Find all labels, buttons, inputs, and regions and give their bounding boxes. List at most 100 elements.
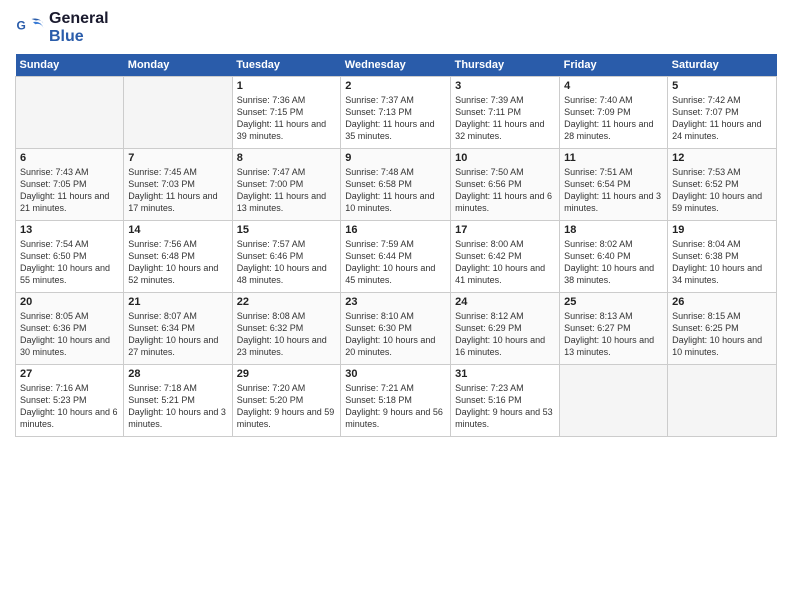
day-cell: 15 Sunrise: 7:57 AMSunset: 6:46 PMDaylig… [232, 221, 341, 293]
weekday-header-wednesday: Wednesday [341, 54, 451, 77]
day-cell [16, 77, 124, 149]
day-info: Sunrise: 7:39 AMSunset: 7:11 PMDaylight:… [455, 94, 555, 143]
day-info: Sunrise: 7:50 AMSunset: 6:56 PMDaylight:… [455, 166, 555, 215]
day-info: Sunrise: 8:04 AMSunset: 6:38 PMDaylight:… [672, 238, 772, 287]
day-number: 10 [455, 152, 555, 164]
day-info: Sunrise: 8:08 AMSunset: 6:32 PMDaylight:… [237, 310, 337, 359]
day-info: Sunrise: 7:53 AMSunset: 6:52 PMDaylight:… [672, 166, 772, 215]
day-cell: 7 Sunrise: 7:45 AMSunset: 7:03 PMDayligh… [124, 149, 232, 221]
day-cell: 5 Sunrise: 7:42 AMSunset: 7:07 PMDayligh… [668, 77, 777, 149]
day-info: Sunrise: 7:36 AMSunset: 7:15 PMDaylight:… [237, 94, 337, 143]
day-cell: 29 Sunrise: 7:20 AMSunset: 5:20 PMDaylig… [232, 365, 341, 437]
day-info: Sunrise: 7:47 AMSunset: 7:00 PMDaylight:… [237, 166, 337, 215]
day-number: 18 [564, 224, 663, 236]
day-number: 9 [345, 152, 446, 164]
week-row-5: 27 Sunrise: 7:16 AMSunset: 5:23 PMDaylig… [16, 365, 777, 437]
day-number: 24 [455, 296, 555, 308]
day-number: 12 [672, 152, 772, 164]
weekday-header-thursday: Thursday [451, 54, 560, 77]
day-info: Sunrise: 7:21 AMSunset: 5:18 PMDaylight:… [345, 382, 446, 431]
day-info: Sunrise: 7:56 AMSunset: 6:48 PMDaylight:… [128, 238, 227, 287]
day-cell: 11 Sunrise: 7:51 AMSunset: 6:54 PMDaylig… [560, 149, 668, 221]
day-number: 5 [672, 80, 772, 92]
day-number: 23 [345, 296, 446, 308]
day-cell: 27 Sunrise: 7:16 AMSunset: 5:23 PMDaylig… [16, 365, 124, 437]
day-info: Sunrise: 7:20 AMSunset: 5:20 PMDaylight:… [237, 382, 337, 431]
day-cell: 2 Sunrise: 7:37 AMSunset: 7:13 PMDayligh… [341, 77, 451, 149]
day-info: Sunrise: 8:05 AMSunset: 6:36 PMDaylight:… [20, 310, 119, 359]
day-number: 31 [455, 368, 555, 380]
logo-blue: Blue [49, 28, 109, 46]
day-cell: 18 Sunrise: 8:02 AMSunset: 6:40 PMDaylig… [560, 221, 668, 293]
day-cell: 6 Sunrise: 7:43 AMSunset: 7:05 PMDayligh… [16, 149, 124, 221]
calendar-table: SundayMondayTuesdayWednesdayThursdayFrid… [15, 54, 777, 437]
day-number: 25 [564, 296, 663, 308]
weekday-header-saturday: Saturday [668, 54, 777, 77]
day-number: 7 [128, 152, 227, 164]
day-info: Sunrise: 8:07 AMSunset: 6:34 PMDaylight:… [128, 310, 227, 359]
day-cell: 31 Sunrise: 7:23 AMSunset: 5:16 PMDaylig… [451, 365, 560, 437]
day-info: Sunrise: 8:15 AMSunset: 6:25 PMDaylight:… [672, 310, 772, 359]
day-info: Sunrise: 7:43 AMSunset: 7:05 PMDaylight:… [20, 166, 119, 215]
day-number: 21 [128, 296, 227, 308]
day-cell: 3 Sunrise: 7:39 AMSunset: 7:11 PMDayligh… [451, 77, 560, 149]
day-number: 8 [237, 152, 337, 164]
day-info: Sunrise: 7:18 AMSunset: 5:21 PMDaylight:… [128, 382, 227, 431]
day-cell [668, 365, 777, 437]
day-cell: 26 Sunrise: 8:15 AMSunset: 6:25 PMDaylig… [668, 293, 777, 365]
day-cell: 30 Sunrise: 7:21 AMSunset: 5:18 PMDaylig… [341, 365, 451, 437]
weekday-header-tuesday: Tuesday [232, 54, 341, 77]
day-cell: 8 Sunrise: 7:47 AMSunset: 7:00 PMDayligh… [232, 149, 341, 221]
day-number: 13 [20, 224, 119, 236]
day-number: 30 [345, 368, 446, 380]
day-number: 14 [128, 224, 227, 236]
day-number: 29 [237, 368, 337, 380]
day-cell: 25 Sunrise: 8:13 AMSunset: 6:27 PMDaylig… [560, 293, 668, 365]
day-info: Sunrise: 7:45 AMSunset: 7:03 PMDaylight:… [128, 166, 227, 215]
day-number: 15 [237, 224, 337, 236]
day-cell: 13 Sunrise: 7:54 AMSunset: 6:50 PMDaylig… [16, 221, 124, 293]
day-number: 11 [564, 152, 663, 164]
day-cell: 22 Sunrise: 8:08 AMSunset: 6:32 PMDaylig… [232, 293, 341, 365]
day-info: Sunrise: 7:51 AMSunset: 6:54 PMDaylight:… [564, 166, 663, 215]
logo-general: General [49, 10, 109, 28]
day-cell: 4 Sunrise: 7:40 AMSunset: 7:09 PMDayligh… [560, 77, 668, 149]
week-row-3: 13 Sunrise: 7:54 AMSunset: 6:50 PMDaylig… [16, 221, 777, 293]
day-cell: 19 Sunrise: 8:04 AMSunset: 6:38 PMDaylig… [668, 221, 777, 293]
logo: G General Blue [15, 10, 109, 46]
week-row-2: 6 Sunrise: 7:43 AMSunset: 7:05 PMDayligh… [16, 149, 777, 221]
calendar-header: G General Blue [15, 10, 777, 46]
day-info: Sunrise: 8:02 AMSunset: 6:40 PMDaylight:… [564, 238, 663, 287]
weekday-header-friday: Friday [560, 54, 668, 77]
week-row-1: 1 Sunrise: 7:36 AMSunset: 7:15 PMDayligh… [16, 77, 777, 149]
day-info: Sunrise: 7:48 AMSunset: 6:58 PMDaylight:… [345, 166, 446, 215]
day-info: Sunrise: 7:54 AMSunset: 6:50 PMDaylight:… [20, 238, 119, 287]
day-cell: 24 Sunrise: 8:12 AMSunset: 6:29 PMDaylig… [451, 293, 560, 365]
day-cell: 10 Sunrise: 7:50 AMSunset: 6:56 PMDaylig… [451, 149, 560, 221]
weekday-header-row: SundayMondayTuesdayWednesdayThursdayFrid… [16, 54, 777, 77]
day-number: 27 [20, 368, 119, 380]
day-info: Sunrise: 7:40 AMSunset: 7:09 PMDaylight:… [564, 94, 663, 143]
day-cell: 14 Sunrise: 7:56 AMSunset: 6:48 PMDaylig… [124, 221, 232, 293]
day-info: Sunrise: 8:12 AMSunset: 6:29 PMDaylight:… [455, 310, 555, 359]
day-cell: 17 Sunrise: 8:00 AMSunset: 6:42 PMDaylig… [451, 221, 560, 293]
weekday-header-monday: Monday [124, 54, 232, 77]
day-cell: 9 Sunrise: 7:48 AMSunset: 6:58 PMDayligh… [341, 149, 451, 221]
day-cell: 21 Sunrise: 8:07 AMSunset: 6:34 PMDaylig… [124, 293, 232, 365]
day-cell: 16 Sunrise: 7:59 AMSunset: 6:44 PMDaylig… [341, 221, 451, 293]
day-number: 2 [345, 80, 446, 92]
day-info: Sunrise: 7:59 AMSunset: 6:44 PMDaylight:… [345, 238, 446, 287]
day-cell: 20 Sunrise: 8:05 AMSunset: 6:36 PMDaylig… [16, 293, 124, 365]
day-info: Sunrise: 7:57 AMSunset: 6:46 PMDaylight:… [237, 238, 337, 287]
day-info: Sunrise: 8:00 AMSunset: 6:42 PMDaylight:… [455, 238, 555, 287]
day-cell [560, 365, 668, 437]
day-number: 26 [672, 296, 772, 308]
day-number: 16 [345, 224, 446, 236]
day-number: 4 [564, 80, 663, 92]
week-row-4: 20 Sunrise: 8:05 AMSunset: 6:36 PMDaylig… [16, 293, 777, 365]
day-cell [124, 77, 232, 149]
day-number: 19 [672, 224, 772, 236]
day-number: 17 [455, 224, 555, 236]
day-number: 3 [455, 80, 555, 92]
day-cell: 23 Sunrise: 8:10 AMSunset: 6:30 PMDaylig… [341, 293, 451, 365]
